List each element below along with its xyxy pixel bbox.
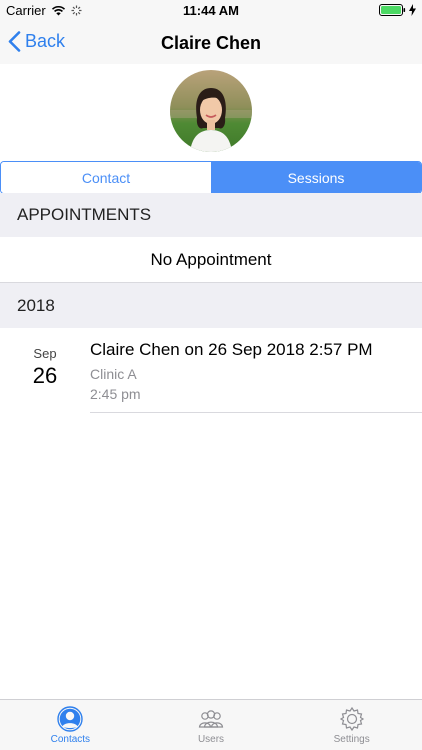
battery-icon: [379, 4, 406, 16]
tab-contacts[interactable]: Contacts: [0, 700, 141, 750]
status-right: [379, 4, 416, 16]
session-row[interactable]: Sep 26 Claire Chen on 26 Sep 2018 2:57 P…: [0, 328, 422, 413]
tab-bar: Contacts Users Settings: [0, 699, 422, 750]
tab-settings-label: Settings: [333, 734, 370, 745]
page-title: Claire Chen: [160, 33, 262, 53]
charging-icon: [409, 4, 416, 16]
tab-users-label: Users: [197, 734, 225, 745]
session-details: Claire Chen on 26 Sep 2018 2:57 PM Clini…: [90, 340, 422, 413]
segment-contact[interactable]: Contact: [1, 162, 211, 193]
contacts-icon: [57, 706, 84, 732]
date-month: Sep: [33, 346, 57, 361]
date-badge: Sep 26: [18, 346, 72, 389]
date-day: 26: [32, 363, 58, 388]
appointments-header: APPOINTMENTS: [0, 193, 422, 237]
status-bar: Carrier 11:44 AM: [0, 0, 422, 22]
year-header: 2018: [0, 283, 422, 328]
tab-settings[interactable]: Settings: [281, 700, 422, 750]
no-appointment-text: No Appointment: [0, 237, 422, 283]
status-time: 11:44 AM: [183, 3, 239, 18]
segmented-control: Contact Sessions: [0, 161, 422, 194]
tab-users[interactable]: Users: [141, 700, 282, 750]
profile-photo: [170, 70, 252, 152]
segment-sessions[interactable]: Sessions: [211, 162, 421, 193]
session-title: Claire Chen on 26 Sep 2018 2:57 PM: [90, 340, 373, 359]
gear-icon: [339, 706, 364, 732]
users-icon: [198, 710, 224, 728]
navigation-bar: Back Claire Chen: [0, 22, 422, 64]
session-location: Clinic A: [90, 366, 137, 382]
tab-contacts-label: Contacts: [50, 734, 91, 745]
avatar: [170, 70, 252, 152]
session-time: 2:45 pm: [90, 386, 141, 402]
